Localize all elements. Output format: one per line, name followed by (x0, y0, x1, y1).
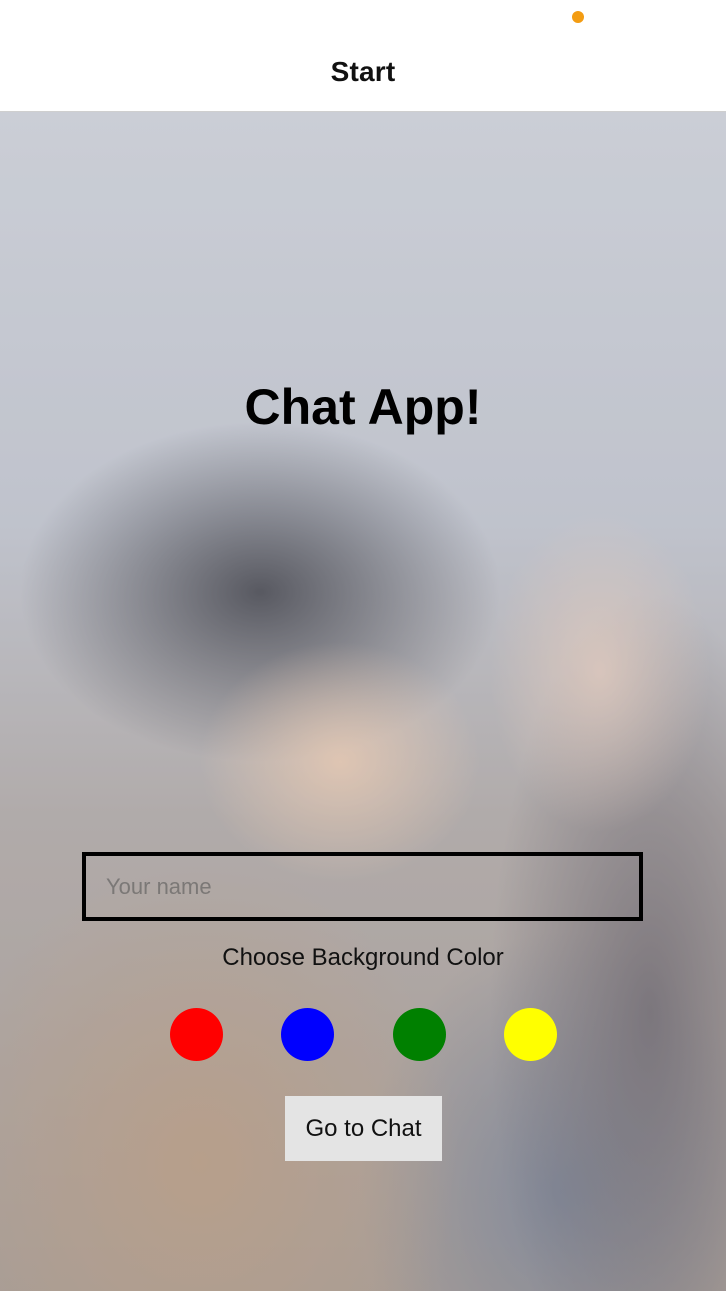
app-title: Chat App! (244, 379, 482, 435)
color-swatch-green[interactable] (393, 1008, 446, 1061)
color-swatch-blue[interactable] (281, 1008, 334, 1061)
color-swatch-yellow[interactable] (504, 1008, 557, 1061)
start-screen: Start Chat App! Choose Background Color … (0, 0, 726, 1291)
name-input[interactable] (82, 852, 643, 921)
nav-title: Start (330, 56, 396, 87)
navigation-bar: Start (0, 0, 726, 112)
status-indicator-dot (572, 11, 584, 23)
go-to-chat-button[interactable]: Go to Chat (285, 1096, 442, 1161)
background-color-label: Choose Background Color (222, 944, 504, 971)
color-swatch-red[interactable] (170, 1008, 223, 1061)
